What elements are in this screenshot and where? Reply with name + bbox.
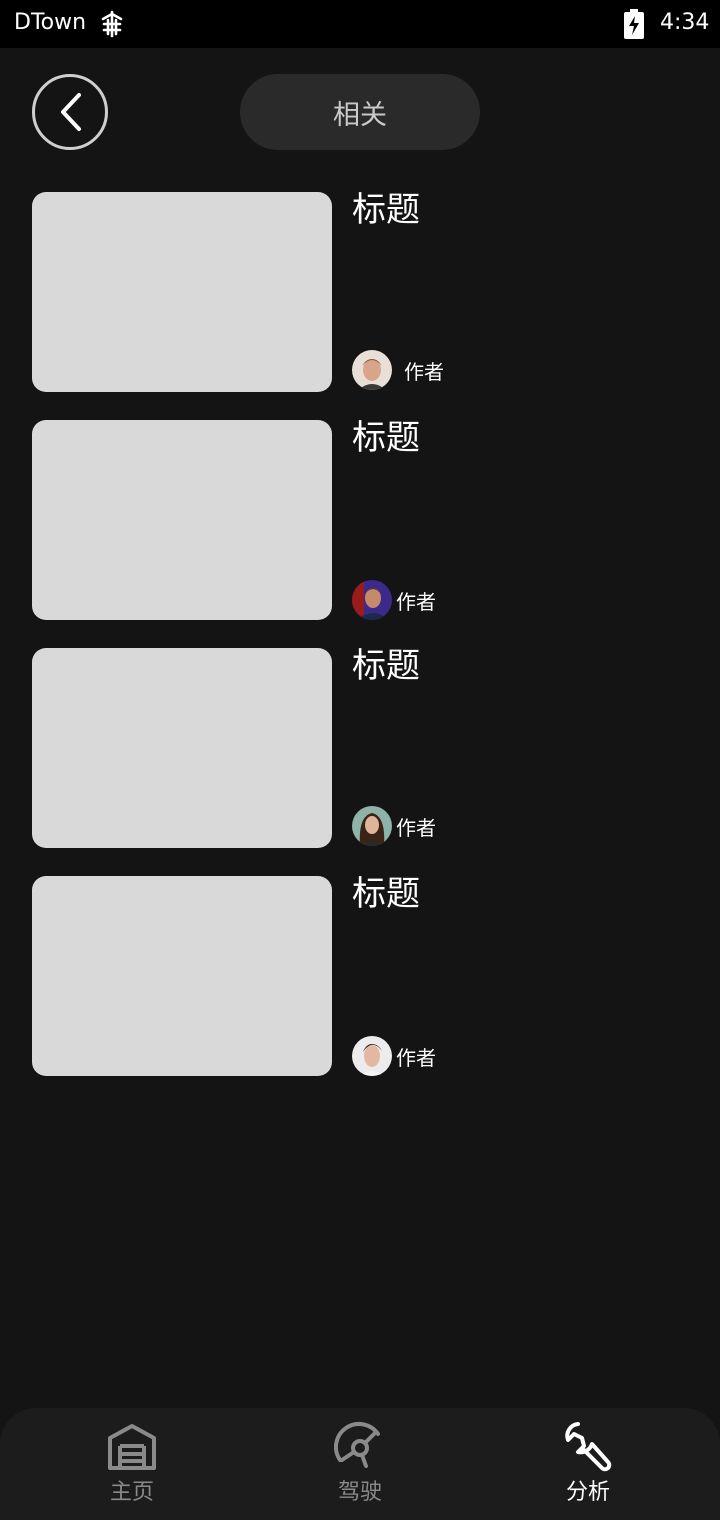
clock: 4:34 <box>660 10 710 35</box>
steering-wheel-icon <box>334 1421 380 1468</box>
network-icon <box>101 10 123 38</box>
chevron-left-icon <box>61 93 81 131</box>
article-card[interactable]: 标题 作者 <box>32 876 692 1076</box>
back-button[interactable] <box>32 74 108 150</box>
article-card[interactable]: 标题 作者 <box>32 420 692 620</box>
status-bar: DTown 4:34 <box>0 0 720 48</box>
article-thumbnail[interactable] <box>32 648 332 848</box>
nav-label: 分析 <box>565 1480 610 1505</box>
nav-item-home[interactable]: 主页 <box>72 1420 192 1512</box>
article-author[interactable]: 作者 <box>352 806 436 846</box>
garage-icon <box>108 1424 156 1470</box>
article-thumbnail[interactable] <box>32 876 332 1076</box>
article-title: 标题 <box>352 418 420 458</box>
article-author[interactable]: 作者 <box>352 1036 436 1076</box>
author-avatar <box>352 1036 392 1076</box>
carrier-name: DTown <box>14 10 87 35</box>
author-name: 作者 <box>404 359 444 384</box>
article-card[interactable]: 标题 作者 <box>32 192 692 392</box>
article-title: 标题 <box>352 646 420 686</box>
author-avatar <box>352 350 392 390</box>
author-avatar <box>352 580 392 620</box>
article-author[interactable]: 作者 <box>352 350 444 390</box>
nav-label: 驾驶 <box>337 1480 382 1505</box>
author-name: 作者 <box>396 1045 436 1070</box>
article-title: 标题 <box>352 190 420 230</box>
bottom-nav: 主页 驾驶 分析 <box>0 1408 720 1520</box>
nav-item-analysis[interactable]: 分析 <box>528 1420 648 1512</box>
nav-label: 主页 <box>109 1480 154 1505</box>
author-name: 作者 <box>396 815 436 840</box>
article-title: 标题 <box>352 874 420 914</box>
nav-item-drive[interactable]: 驾驶 <box>300 1420 420 1512</box>
tab-related[interactable]: 相关 <box>240 74 480 150</box>
article-thumbnail[interactable] <box>32 192 332 392</box>
battery-charging-icon <box>624 9 644 39</box>
wrench-icon <box>565 1422 612 1472</box>
author-name: 作者 <box>396 589 436 614</box>
article-thumbnail[interactable] <box>32 420 332 620</box>
author-avatar <box>352 806 392 846</box>
article-author[interactable]: 作者 <box>352 580 436 620</box>
article-card[interactable]: 标题 作者 <box>32 648 692 848</box>
